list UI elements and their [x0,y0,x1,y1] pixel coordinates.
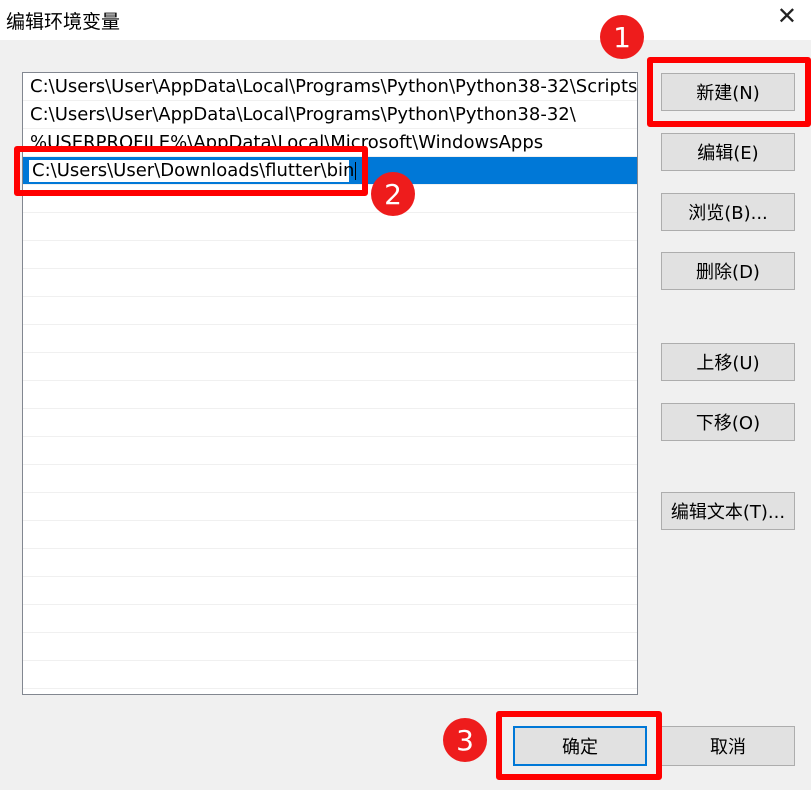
step-1-badge: 1 [600,15,644,59]
list-item-empty[interactable] [23,465,637,493]
list-item[interactable]: C:\Users\User\AppData\Local\Programs\Pyt… [23,73,637,101]
list-item-empty[interactable] [23,353,637,381]
edit-text-button[interactable]: 编辑文本(T)... [661,492,795,530]
list-item-empty[interactable] [23,437,637,465]
browse-button[interactable]: 浏览(B)... [661,193,795,231]
edit-button[interactable]: 编辑(E) [661,133,795,171]
highlight-new-button [647,57,811,127]
window-title: 编辑环境变量 [6,11,121,33]
step-2-badge: 2 [371,172,415,216]
cancel-button[interactable]: 取消 [661,726,795,766]
list-item-empty[interactable] [23,325,637,353]
list-item-empty[interactable] [23,381,637,409]
list-item[interactable]: C:\Users\User\AppData\Local\Programs\Pyt… [23,101,637,129]
list-item-empty[interactable] [23,297,637,325]
highlight-edit-field [14,146,368,196]
list-item-empty[interactable] [23,409,637,437]
close-icon[interactable]: ✕ [777,2,797,30]
list-item-empty[interactable] [23,605,637,633]
list-item-empty[interactable] [23,577,637,605]
list-item-empty[interactable] [23,241,637,269]
step-3-badge: 3 [443,718,487,762]
list-item-empty[interactable] [23,269,637,297]
list-item-empty[interactable] [23,549,637,577]
delete-button[interactable]: 删除(D) [661,252,795,290]
list-item-empty[interactable] [23,633,637,661]
title-bar: 编辑环境变量 ✕ [0,0,811,40]
list-item-empty[interactable] [23,521,637,549]
list-item-empty[interactable] [23,493,637,521]
highlight-ok-button [496,711,662,780]
move-up-button[interactable]: 上移(U) [661,343,795,381]
list-item-empty[interactable] [23,213,637,241]
move-down-button[interactable]: 下移(O) [661,403,795,441]
list-item-empty[interactable] [23,661,637,689]
